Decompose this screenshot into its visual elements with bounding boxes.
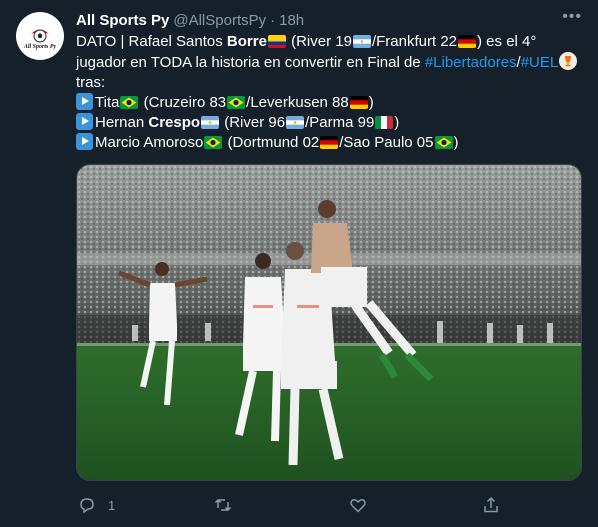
heart-icon [350, 499, 366, 513]
tweet-header: All Sports Py @AllSportsPy · 18h [76, 10, 582, 30]
brazil-flag-icon [204, 136, 223, 149]
text-segment: (Dortmund 02 [223, 134, 320, 151]
play-button-icon [76, 93, 93, 110]
text-segment: DATO | Rafael Santos [76, 33, 227, 50]
author-name[interactable]: All Sports Py [76, 12, 169, 29]
text-segment: jugador en TODA la historia en convertir… [76, 54, 425, 71]
colombia-flag-icon [267, 35, 286, 48]
avatar[interactable]: All Sports Py [16, 12, 64, 60]
text-line-5: Hernan Crespo (River 96/Parma 99) [76, 113, 586, 133]
brazil-flag-icon [227, 96, 246, 109]
germany-flag-icon [349, 96, 368, 109]
text-segment: (River 19 [286, 33, 352, 50]
argentina-flag-icon [286, 116, 305, 129]
europa-league-trophy-icon [559, 52, 578, 70]
text-segment: /Sao Paulo 05 [339, 134, 434, 151]
hashtag-libertadores[interactable]: #Libertadores [425, 54, 517, 71]
tweet-photo[interactable] [76, 164, 582, 481]
text-segment: /Frankfurt 22 [371, 33, 458, 50]
retweet-button[interactable] [214, 496, 244, 514]
like-button[interactable] [349, 496, 379, 514]
text-segment: Hernan [95, 114, 149, 131]
player-name-bold: Borre [226, 33, 267, 50]
share-button[interactable] [482, 496, 512, 514]
text-line-3: tras: [76, 74, 106, 91]
brazil-flag-icon [120, 96, 139, 109]
play-button-icon [76, 133, 93, 150]
tweet-timestamp[interactable]: 18h [279, 12, 304, 29]
tweet-text: DATO | Rafael Santos Borre (River 19/Fra… [76, 32, 586, 153]
text-segment: (Cruzeiro 83 [139, 94, 227, 111]
author-handle[interactable]: @AllSportsPy [173, 12, 266, 29]
argentina-flag-icon [352, 35, 371, 48]
text-segment: ) [368, 94, 374, 111]
reply-count: 1 [108, 497, 116, 513]
argentina-flag-icon [201, 116, 220, 129]
germany-flag-icon [320, 136, 339, 149]
text-segment: (River 96 [220, 114, 286, 131]
germany-flag-icon [458, 35, 477, 48]
reply-button[interactable]: 1 [78, 496, 115, 514]
text-segment: ) es el 4° [477, 33, 537, 50]
text-segment: ) [394, 114, 400, 131]
avatar-logo-text: All Sports Py [23, 43, 57, 50]
italy-flag-icon [375, 116, 394, 129]
soccer-ball-logo-icon [29, 25, 51, 43]
brazil-flag-icon [434, 136, 453, 149]
text-segment: ) [453, 134, 459, 151]
text-line-1: DATO | Rafael Santos Borre (River 19/Fra… [76, 32, 586, 52]
play-button-icon [76, 113, 93, 130]
text-segment: /Leverkusen 88 [246, 94, 349, 111]
text-segment: /Parma 99 [305, 114, 375, 131]
player-name-bold: Crespo [148, 114, 201, 131]
text-line-4: Tita (Cruzeiro 83/Leverkusen 88) [76, 93, 586, 113]
hashtag-uel[interactable]: #UEL [521, 54, 559, 71]
text-line-2: jugador en TODA la historia en convertir… [76, 52, 586, 73]
reply-icon [80, 498, 94, 514]
football-celebration-photo [77, 165, 581, 480]
share-icon [484, 496, 498, 513]
header-separator: · [270, 11, 276, 29]
tweet-actions: 1 [76, 494, 582, 516]
text-line-6: Marcio Amoroso (Dortmund 02/Sao Paulo 05… [76, 133, 586, 153]
text-segment: Tita [95, 94, 120, 111]
text-segment: Marcio Amoroso [95, 134, 204, 151]
retweet-icon [214, 498, 232, 512]
more-horizontal-icon[interactable]: ••• [562, 9, 582, 25]
tweet[interactable]: All Sports Py All Sports Py @AllSportsPy… [0, 0, 598, 527]
